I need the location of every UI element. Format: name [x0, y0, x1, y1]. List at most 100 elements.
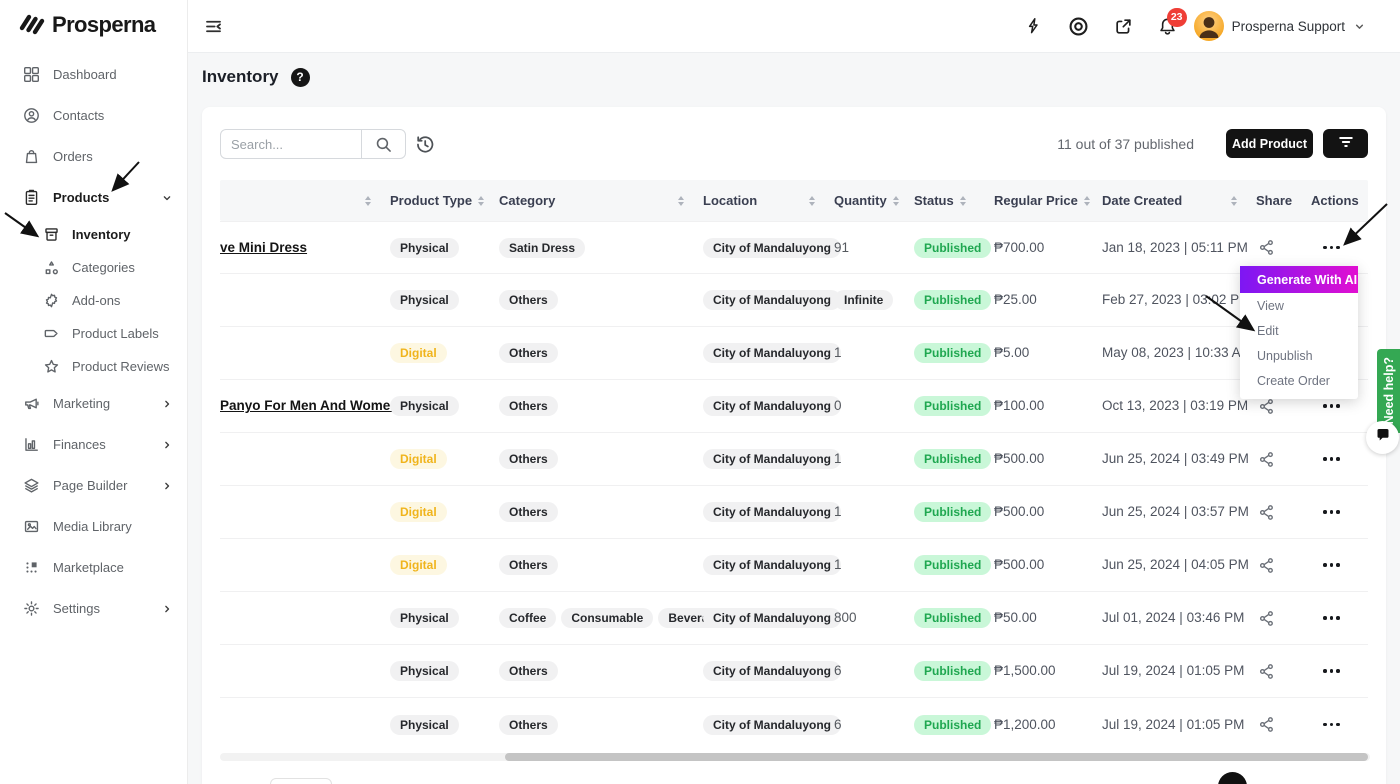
sidebar-item-label: Contacts: [53, 108, 104, 123]
sort-icon[interactable]: [1231, 196, 1237, 206]
sidebar-item-finances[interactable]: Finances: [0, 424, 187, 465]
sidebar-item-product-reviews[interactable]: Product Reviews: [0, 350, 187, 383]
search-history-icon[interactable]: [414, 134, 435, 155]
product-type-badge: Physical: [390, 608, 459, 628]
sidebar-item-label: Categories: [72, 260, 135, 275]
column-header-location[interactable]: Location: [703, 193, 834, 208]
account-menu[interactable]: Prosperna Support: [1194, 11, 1366, 41]
category-cell: Others: [499, 555, 703, 575]
target-icon[interactable]: [1068, 16, 1089, 37]
category-badge: Others: [499, 661, 558, 681]
sort-icon[interactable]: [678, 196, 684, 206]
row-actions-ellipsis-icon[interactable]: [1311, 404, 1368, 408]
share-icon[interactable]: [1256, 610, 1311, 627]
regular-price: ₱1,500.00: [994, 663, 1056, 678]
horizontal-scrollbar-track[interactable]: [220, 753, 1370, 761]
category-badge: Others: [499, 396, 558, 416]
share-icon[interactable]: [1256, 504, 1311, 521]
floating-action-button[interactable]: [1218, 772, 1247, 784]
regular-price: ₱700.00: [994, 240, 1044, 255]
sort-icon[interactable]: [365, 196, 371, 206]
sidebar-item-marketplace[interactable]: Marketplace: [0, 547, 187, 588]
sidebar-item-dashboard[interactable]: Dashboard: [0, 54, 187, 95]
row-actions-ellipsis-icon[interactable]: [1311, 616, 1368, 620]
search-input[interactable]: [221, 130, 361, 158]
sidebar-item-product-labels[interactable]: Product Labels: [0, 317, 187, 350]
sort-icon[interactable]: [960, 196, 966, 206]
sidebar-item-categories[interactable]: Categories: [0, 251, 187, 284]
quantity-value: 1: [834, 345, 842, 360]
brand-logo[interactable]: Prosperna: [18, 11, 155, 38]
status-badge: Published: [914, 661, 991, 681]
category-badge: Others: [499, 555, 558, 575]
sidebar-item-media-library[interactable]: Media Library: [0, 506, 187, 547]
chevron-right-icon: [161, 439, 173, 451]
sidebar-item-contacts[interactable]: Contacts: [0, 95, 187, 136]
add-product-button[interactable]: Add Product: [1226, 129, 1313, 158]
date-cell: Jul 19, 2024 | 01:05 PM: [1102, 662, 1256, 680]
sidebar-item-page-builder[interactable]: Page Builder: [0, 465, 187, 506]
share-icon[interactable]: [1256, 451, 1311, 468]
status-badge: Published: [914, 396, 991, 416]
sidebar-item-inventory[interactable]: Inventory: [0, 218, 187, 251]
share-icon[interactable]: [1256, 239, 1311, 256]
column-header-product[interactable]: [220, 196, 390, 206]
product-type-cell: Physical: [390, 661, 499, 681]
sidebar-item-settings[interactable]: Settings: [0, 588, 187, 629]
menu-item-generate-with-ai[interactable]: Generate With AI: [1240, 266, 1358, 293]
collapse-sidebar-icon[interactable]: [204, 17, 223, 36]
table-body: ve Mini DressPhysicalSatin DressCity of …: [220, 221, 1368, 751]
category-cell: Others: [499, 290, 703, 310]
table-row: DigitalOthersCity of Mandaluyong1Publish…: [220, 539, 1368, 592]
column-header-product-type[interactable]: Product Type: [390, 193, 499, 208]
category-badge: Coffee: [499, 608, 556, 628]
product-type-badge: Digital: [390, 502, 447, 522]
menu-item-view[interactable]: View: [1240, 293, 1358, 318]
help-icon[interactable]: ?: [291, 68, 310, 87]
share-icon[interactable]: [1256, 663, 1311, 680]
sort-icon[interactable]: [893, 196, 899, 206]
column-header-category[interactable]: Category: [499, 193, 703, 208]
sort-icon[interactable]: [1084, 196, 1090, 206]
quick-actions-bolt-icon[interactable]: [1025, 17, 1043, 35]
products-icon: [22, 189, 40, 206]
share-icon[interactable]: [1256, 716, 1311, 733]
inventory-table: Product TypeCategoryLocationQuantityStat…: [220, 180, 1368, 751]
column-header-date-created[interactable]: Date Created: [1102, 193, 1256, 208]
row-actions-ellipsis-icon[interactable]: [1311, 510, 1368, 514]
notifications-bell[interactable]: 23: [1158, 17, 1177, 36]
date-cell: Jun 25, 2024 | 03:49 PM: [1102, 450, 1256, 468]
row-actions-ellipsis-icon[interactable]: [1311, 246, 1368, 250]
share-icon[interactable]: [1256, 557, 1311, 574]
sidebar-item-marketing[interactable]: Marketing: [0, 383, 187, 424]
chat-button[interactable]: [1366, 421, 1399, 454]
chevron-right-icon: [161, 480, 173, 492]
sidebar-item-orders[interactable]: Orders: [0, 136, 187, 177]
sidebar-item-add-ons[interactable]: Add-ons: [0, 284, 187, 317]
external-link-icon[interactable]: [1114, 17, 1133, 36]
menu-item-create-order[interactable]: Create Order: [1240, 368, 1358, 393]
product-name-link[interactable]: ve Mini Dress: [220, 240, 307, 255]
inventory-page: Prosperna DashboardContactsOrdersProduct…: [0, 0, 1400, 784]
row-actions-ellipsis-icon[interactable]: [1311, 669, 1368, 673]
column-header-quantity[interactable]: Quantity: [834, 193, 914, 208]
share-icon[interactable]: [1256, 398, 1311, 415]
menu-item-unpublish[interactable]: Unpublish: [1240, 343, 1358, 368]
column-header-regular-price[interactable]: Regular Price: [994, 193, 1102, 208]
category-badge: Satin Dress: [499, 238, 585, 258]
sidebar-item-products[interactable]: Products: [0, 177, 187, 218]
page-size-select[interactable]: [270, 778, 332, 784]
search-icon[interactable]: [361, 130, 405, 158]
row-actions-ellipsis-icon[interactable]: [1311, 457, 1368, 461]
menu-item-edit[interactable]: Edit: [1240, 318, 1358, 343]
row-actions-ellipsis-icon[interactable]: [1311, 723, 1368, 727]
sort-icon[interactable]: [478, 196, 484, 206]
row-actions-ellipsis-icon[interactable]: [1311, 563, 1368, 567]
filter-button[interactable]: [1323, 129, 1368, 158]
marketplace-icon: [22, 559, 40, 576]
product-name-link[interactable]: Panyo For Men And Women: [220, 398, 399, 413]
sort-icon[interactable]: [809, 196, 815, 206]
horizontal-scrollbar-thumb[interactable]: [505, 753, 1368, 761]
column-header-status[interactable]: Status: [914, 193, 994, 208]
status-badge: Published: [914, 343, 991, 363]
